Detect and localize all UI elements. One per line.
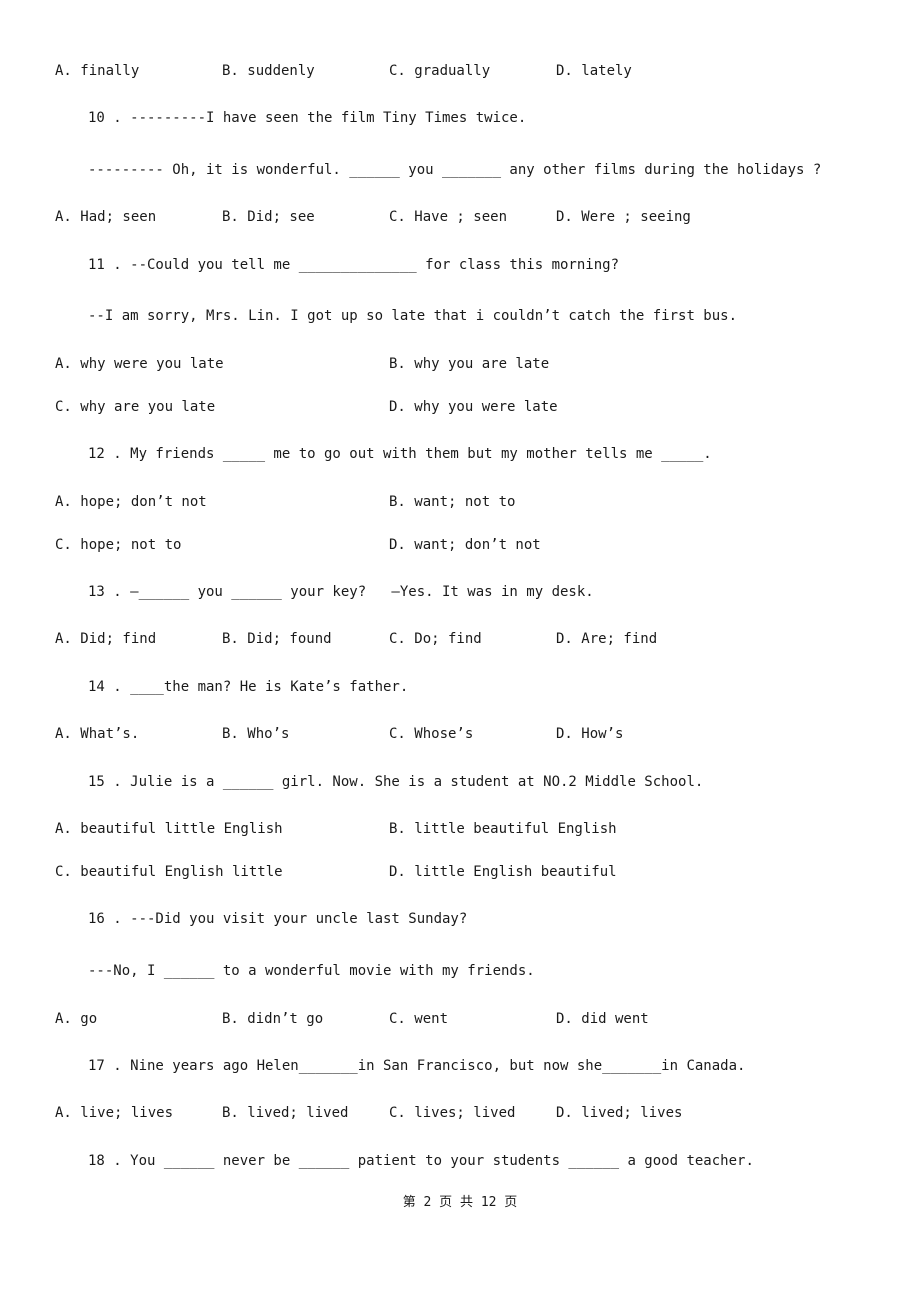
option-d: D. want; don’t not xyxy=(389,537,541,553)
option-c: C. lives; lived xyxy=(389,1105,516,1121)
question-stem-2: ---No, I ______ to a wonderful movie wit… xyxy=(88,963,535,979)
option-c: C. hope; not to xyxy=(55,537,182,553)
option-a: A. go xyxy=(55,1011,98,1027)
question-stem: 11 . --Could you tell me ______________ … xyxy=(88,257,620,273)
option-c: C. gradually xyxy=(389,63,491,79)
option-d: D. did went xyxy=(556,1011,649,1027)
option-b: B. Did; see xyxy=(222,209,315,225)
option-b: B. little beautiful English xyxy=(389,821,617,837)
option-c: C. Do; find xyxy=(389,631,482,647)
option-d: D. lived; lives xyxy=(556,1105,683,1121)
option-c: C. went xyxy=(389,1011,449,1027)
question-stem: 15 . Julie is a ______ girl. Now. She is… xyxy=(88,774,704,790)
option-c: C. why are you late xyxy=(55,399,216,415)
option-d: D. little English beautiful xyxy=(389,864,617,880)
option-b: B. lived; lived xyxy=(222,1105,349,1121)
option-a: A. why were you late xyxy=(55,356,224,372)
question-stem: 17 . Nine years ago Helen_______in San F… xyxy=(88,1058,746,1074)
option-c: C. beautiful English little xyxy=(55,864,283,880)
option-a: A. hope; don’t not xyxy=(55,494,207,510)
question-stem-2: --I am sorry, Mrs. Lin. I got up so late… xyxy=(88,308,738,324)
option-b: B. Who’s xyxy=(222,726,290,742)
option-b: B. why you are late xyxy=(389,356,550,372)
option-b: B. suddenly xyxy=(222,63,315,79)
option-b: B. Did; found xyxy=(222,631,332,647)
question-stem: 12 . My friends _____ me to go out with … xyxy=(88,446,712,462)
question-stem: 18 . You ______ never be ______ patient … xyxy=(88,1153,754,1169)
option-a: A. finally xyxy=(55,63,140,79)
question-stem: 13 . —______ you ______ your key? —Yes. … xyxy=(88,584,594,600)
question-stem: 16 . ---Did you visit your uncle last Su… xyxy=(88,911,468,927)
option-a: A. beautiful little English xyxy=(55,821,283,837)
question-stem-2: --------- Oh, it is wonderful. ______ yo… xyxy=(88,162,822,178)
option-c: C. Have ; seen xyxy=(389,209,508,225)
option-d: D. why you were late xyxy=(389,399,558,415)
option-b: B. want; not to xyxy=(389,494,516,510)
option-a: A. live; lives xyxy=(55,1105,174,1121)
option-d: D. Are; find xyxy=(556,631,658,647)
question-stem: 14 . ____the man? He is Kate’s father. xyxy=(88,679,409,695)
question-stem: 10 . ---------I have seen the film Tiny … xyxy=(88,110,527,126)
page-number: 第 2 页 共 12 页 xyxy=(402,1195,518,1210)
option-d: D. Were ; seeing xyxy=(556,209,691,225)
option-b: B. didn’t go xyxy=(222,1011,324,1027)
option-d: D. lately xyxy=(556,63,632,79)
option-d: D. How’s xyxy=(556,726,624,742)
option-c: C. Whose’s xyxy=(389,726,474,742)
option-a: A. Did; find xyxy=(55,631,157,647)
option-a: A. What’s. xyxy=(55,726,140,742)
option-a: A. Had; seen xyxy=(55,209,157,225)
